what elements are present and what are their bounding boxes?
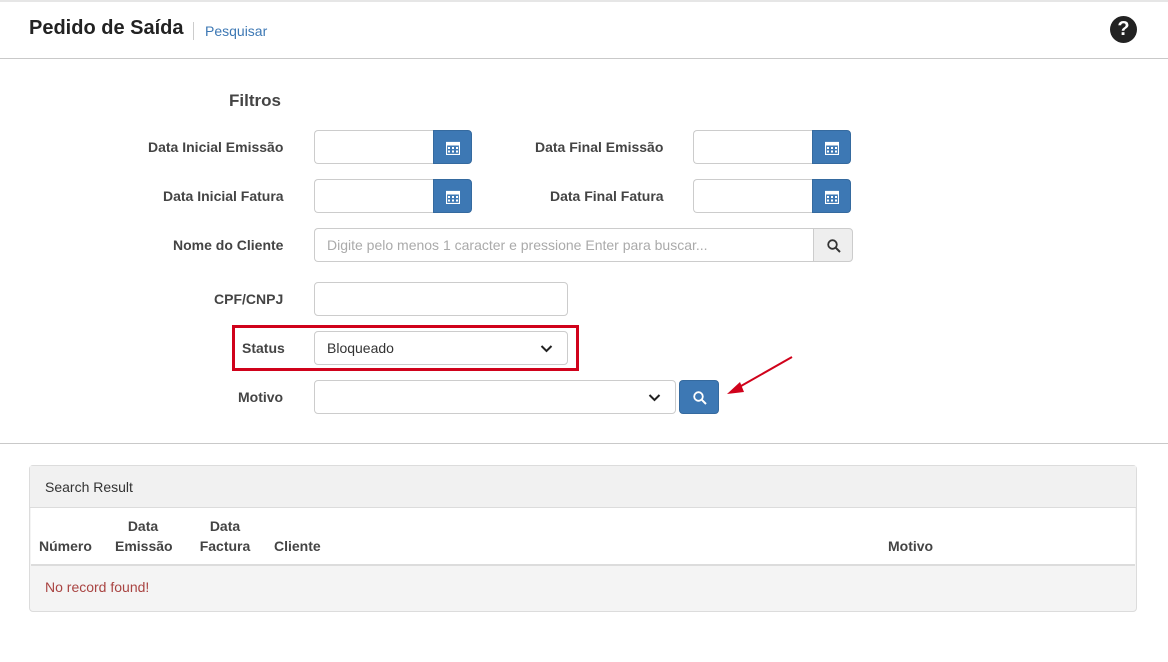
search-icon [827,239,841,253]
status-label: Status [242,340,285,356]
cpf-cnpj-input[interactable] [314,282,568,316]
motivo-select[interactable] [314,380,676,414]
search-icon [693,391,707,405]
data-inicial-fatura-label: Data Inicial Fatura [163,188,284,204]
motivo-label: Motivo [238,389,284,405]
status-select[interactable]: Bloqueado [314,331,568,365]
search-result-panel: Search Result Número Data Emissão Data F… [29,465,1137,612]
data-final-fatura-calendar-button[interactable] [812,179,851,213]
table-header: Número Data Emissão Data Factura Cliente… [31,508,1135,566]
page-title: Pedido de Saída [29,17,184,39]
no-record-message: No record found! [45,579,150,595]
data-final-emissao-label: Data Final Emissão [535,139,664,155]
breadcrumb-pesquisar-link[interactable]: Pesquisar [205,23,267,39]
status-selected-value: Bloqueado [327,340,394,356]
filters-title: Filtros [229,91,281,110]
column-header-data-emissao[interactable]: Data Emissão [115,516,173,556]
question-circle-icon[interactable]: ? [1110,16,1137,43]
column-header-data-factura-line1: Data [209,518,241,534]
data-final-emissao-calendar-button[interactable] [812,130,851,164]
data-inicial-fatura-input[interactable] [314,179,434,213]
nome-cliente-search-button[interactable] [813,228,853,262]
column-header-motivo[interactable]: Motivo [888,536,933,556]
page-header: Pedido de Saída Pesquisar ? [0,0,1168,59]
annotation-arrow-icon [727,356,793,394]
data-final-fatura-label: Data Final Fatura [550,188,664,204]
calendar-icon [825,141,839,155]
calendar-icon [446,141,460,155]
panel-title: Search Result [45,479,133,495]
chevron-down-icon [540,345,553,353]
column-header-numero[interactable]: Número [39,536,92,556]
page: Pedido de Saída Pesquisar ? Filtros Data… [0,0,1168,662]
data-final-emissao-input[interactable] [693,130,813,164]
data-inicial-emissao-input[interactable] [314,130,434,164]
nome-cliente-input[interactable]: Digite pelo menos 1 caracter e pressione… [314,228,814,262]
data-inicial-emissao-label: Data Inicial Emissão [148,139,284,155]
cpf-cnpj-label: CPF/CNPJ [214,291,284,307]
column-header-data-factura-line2: Factura [199,538,251,554]
panel-heading: Search Result [30,466,1136,508]
chevron-down-icon [648,394,661,402]
title-separator [193,22,194,40]
nome-cliente-placeholder: Digite pelo menos 1 caracter e pressione… [327,237,708,253]
data-inicial-fatura-calendar-button[interactable] [433,179,472,213]
data-inicial-emissao-calendar-button[interactable] [433,130,472,164]
column-header-cliente[interactable]: Cliente [274,536,321,556]
calendar-icon [446,190,460,204]
search-submit-button[interactable] [679,380,719,414]
column-header-data-emissao-line2: Emissão [115,538,173,554]
form-divider [0,443,1168,444]
nome-cliente-label: Nome do Cliente [173,237,284,253]
data-final-fatura-input[interactable] [693,179,813,213]
column-header-data-factura[interactable]: Data Factura [197,516,253,556]
calendar-icon [825,190,839,204]
column-header-data-emissao-line1: Data [127,518,159,534]
